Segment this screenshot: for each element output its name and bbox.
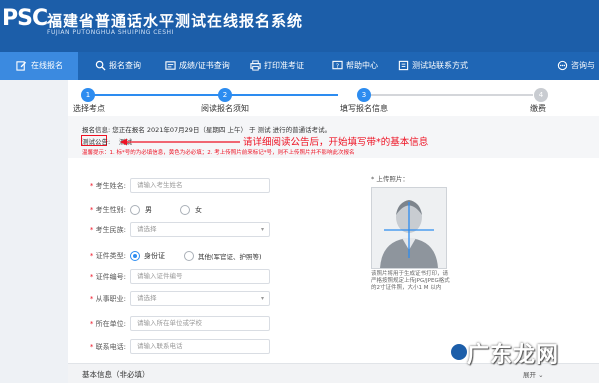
ethnicity-placeholder: 请选择 [137, 225, 157, 233]
gender-male-radio[interactable] [130, 205, 140, 215]
chevron-down-icon: ▾ [260, 226, 264, 233]
printer-icon [250, 60, 261, 71]
nav-label: 测试站联系方式 [412, 61, 468, 70]
name-row: * 考生姓名: [68, 178, 126, 194]
occupation-row: * 从事职业: [68, 291, 126, 307]
occupation-placeholder: 请选择 [137, 294, 157, 302]
id-type-idcard-radio[interactable] [130, 251, 140, 261]
chat-icon [557, 60, 568, 71]
annotation-arrow-icon [120, 138, 240, 146]
help-icon: ? [332, 60, 343, 70]
site-title: 福建省普通话水平测试在线报名系统 [47, 12, 304, 30]
nav-label: 打印准考证 [264, 61, 304, 70]
phone-input[interactable]: 请输入联系电话 [130, 339, 270, 354]
logo-text: PSC [2, 6, 48, 31]
occupation-select[interactable]: 请选择 ▾ [130, 291, 270, 306]
name-input[interactable]: 请输入考生姓名 [130, 178, 270, 193]
main-nav: 在线报名 报名查询 成绩/证书查询 打印准考证 ? 帮助中心 测试站联系方式 咨… [0, 52, 599, 80]
step-label-1: 选择考点 [73, 104, 105, 113]
nav-item-station-contact[interactable]: 测试站联系方式 [396, 52, 486, 80]
contact-icon [398, 60, 409, 71]
site-header: PSC 福建省普通话水平测试在线报名系统 FUJIAN PUTONGHUA SH… [0, 0, 599, 52]
site-subtitle: FUJIAN PUTONGHUA SHUIPING CESHI [47, 29, 174, 36]
step-line-pending [358, 94, 533, 96]
chevron-down-icon: ⌄ [538, 371, 544, 379]
nav-label: 咨询与 [571, 61, 595, 70]
step-dot-3: 3 [357, 88, 371, 102]
nav-item-online-signup[interactable]: 在线报名 [0, 52, 78, 80]
gender-female-radio[interactable] [180, 205, 190, 215]
ethnicity-row: * 考生民族: [68, 222, 126, 238]
photo-note: 该照片将用于生成证书打印，请严格按照规定上传JPG/JPEG格式的2寸证件照，大… [371, 271, 450, 291]
svg-text:?: ? [336, 62, 339, 70]
basic-info-title: 基本信息（非必填） [82, 370, 150, 379]
occupation-label: * 从事职业: [89, 295, 126, 303]
id-type-idcard-label: 身份证 [144, 252, 165, 260]
id-type-row: * 证件类型: [68, 248, 126, 264]
ethnicity-label: * 考生民族: [89, 226, 126, 234]
nav-item-help-center[interactable]: ? 帮助中心 [330, 52, 395, 80]
step-progress: 1 2 3 4 选择考点 阅读报名须知 填写报名信息 缴费 [68, 80, 599, 114]
step-label-3: 填写报名信息 [340, 104, 388, 113]
nav-label: 成绩/证书查询 [179, 61, 230, 70]
warm-tip: 温馨提示：1. 标*号的为必填信息，黄色为必必填；2. 考上传照片前来标记*号，… [82, 150, 355, 156]
nav-label: 在线报名 [31, 61, 63, 70]
gender-row: * 考生性别: [68, 202, 126, 218]
signup-info: 报名信息: 您正在报名 2021年07月29日（星期四 上午） 于 测试 进行的… [82, 126, 332, 134]
nav-item-print-admission[interactable]: 打印准考证 [248, 52, 328, 80]
name-label: * 考生姓名: [89, 182, 126, 190]
nav-item-score-query[interactable]: 成绩/证书查询 [163, 52, 245, 80]
step-dot-4: 4 [534, 88, 548, 102]
step-dot-1: 1 [81, 88, 95, 102]
step-label-4: 缴费 [530, 104, 546, 113]
phone-label: * 联系电话: [89, 343, 126, 351]
nav-item-signup-query[interactable]: 报名查询 [93, 52, 163, 80]
unit-label: * 所在单位: [89, 320, 126, 328]
step-label-2: 阅读报名须知 [201, 104, 249, 113]
watermark-logo-icon [449, 342, 469, 362]
phone-row: * 联系电话: [68, 339, 126, 355]
photo-upload[interactable] [371, 187, 447, 269]
certificate-icon [165, 61, 176, 70]
nav-label: 帮助中心 [346, 61, 378, 70]
photo-label: * 上传照片： [371, 175, 409, 183]
announcement-label: 测试公告: [82, 138, 111, 146]
id-type-other-radio[interactable] [184, 251, 194, 261]
watermark: 广东龙网 [467, 343, 560, 368]
id-type-other-label: 其他(军官证、护照等) [198, 253, 262, 261]
id-no-input[interactable]: 请输入证件编号 [130, 269, 270, 284]
ethnicity-select[interactable]: 请选择 ▾ [130, 222, 270, 237]
nav-item-consult[interactable]: 咨询与 [555, 52, 599, 80]
nav-label: 报名查询 [109, 61, 141, 70]
step-dot-2: 2 [218, 88, 232, 102]
notice-panel: 报名信息: 您正在报名 2021年07月29日（星期四 上午） 于 测试 进行的… [68, 116, 599, 158]
id-type-label: * 证件类型: [89, 252, 126, 260]
avatar-placeholder-icon [380, 200, 438, 268]
search-icon [95, 60, 106, 71]
chevron-down-icon: ▾ [260, 295, 264, 302]
psc-logo: PSC [2, 6, 48, 38]
annotation-note: 请详细阅读公告后，开始填写带*的基本信息 [243, 137, 429, 148]
gender-female-label: 女 [195, 206, 202, 214]
edit-icon [16, 61, 27, 71]
id-no-row: * 证件编号: [68, 269, 126, 285]
gender-label: * 考生性别: [89, 206, 126, 214]
unit-row: * 所在单位: [68, 316, 126, 332]
gender-male-label: 男 [145, 206, 152, 214]
step-line-done [88, 94, 338, 96]
unit-input[interactable]: 请输入所在单位或学校 [130, 316, 270, 331]
expand-toggle[interactable]: 展开 ⌄ [523, 369, 544, 379]
id-no-label: * 证件编号: [89, 273, 126, 281]
